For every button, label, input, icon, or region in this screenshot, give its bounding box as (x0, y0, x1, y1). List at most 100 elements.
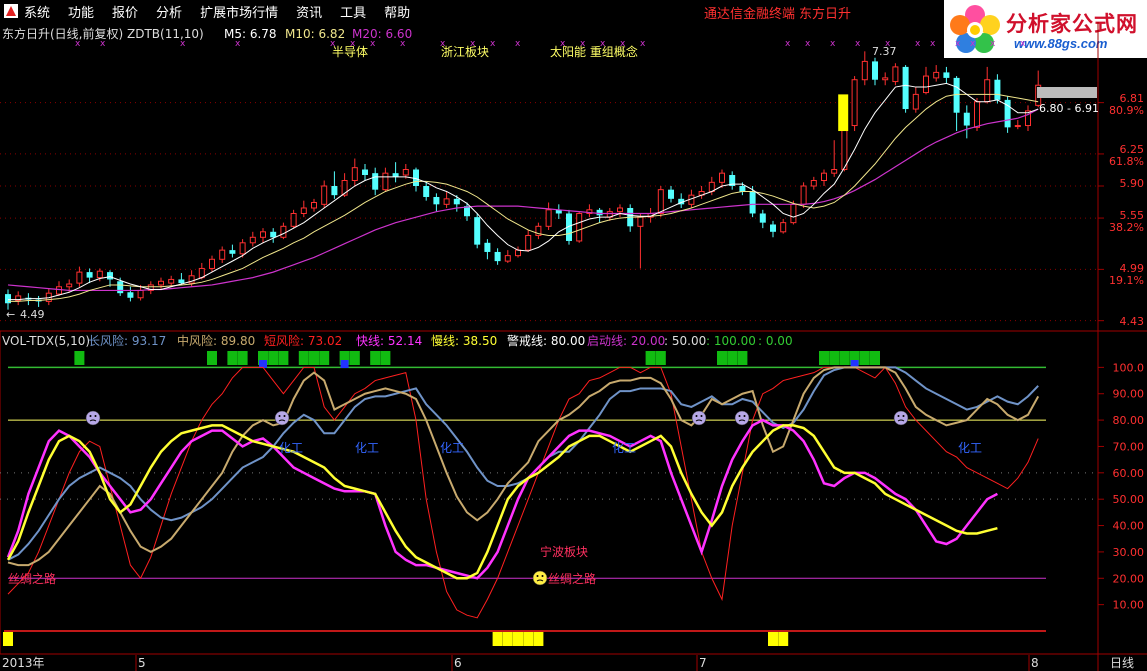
sad-face-icon (734, 410, 750, 426)
candle-body (392, 173, 399, 177)
candle-body (290, 212, 297, 227)
indicator-y-label: 60.00 (1113, 467, 1145, 480)
candle-body (137, 289, 144, 299)
low-marker: 4.49 (20, 308, 45, 321)
signal-marker: x (970, 39, 976, 49)
chart-area[interactable]: xxxxxxxxxxxxxxxxxxxxxxxxxxxx 东方日升(日线,前复权… (0, 0, 1147, 671)
green-signal-block (737, 351, 748, 365)
candle-body (668, 189, 674, 199)
candle-body (158, 280, 164, 286)
fast-line (6, 418, 998, 580)
yellow-signal-block (778, 632, 789, 646)
sad-face-icon-eye (278, 415, 281, 417)
green-signal-block (819, 351, 829, 365)
candle-body (239, 242, 246, 255)
warning-line-readout: 警戒线: 80.00 (507, 333, 585, 348)
indicator-name: VOL-TDX(5,10) (2, 334, 90, 348)
candle-body (525, 234, 532, 251)
pct-label: 38.2% (1109, 221, 1144, 234)
smile-face-icon (532, 570, 548, 586)
annot-solar: 太阳能 重组概念 (550, 44, 638, 59)
candle-body (229, 250, 236, 254)
green-signal-block (370, 351, 381, 365)
candle-body (423, 186, 430, 197)
signal-marker: x (640, 39, 646, 49)
slow-line-readout: 慢线: 38.50 (431, 334, 497, 348)
candle-body (576, 212, 583, 242)
green-signal-block (380, 351, 391, 365)
ma20-line (7, 108, 1039, 292)
green-signal-block (319, 351, 330, 365)
candle-body (800, 185, 807, 205)
candle-body (362, 169, 368, 176)
sad-face-icon (85, 410, 101, 426)
annot-chem: 化工 (958, 441, 982, 455)
pct-label: 61.8% (1109, 155, 1144, 168)
ma10-line (8, 93, 1039, 302)
indicator-y-label: 10.00 (1113, 599, 1145, 612)
indicator-y-label: 40.00 (1113, 520, 1145, 533)
candle-body (484, 242, 491, 252)
candle-body (321, 185, 328, 205)
candle-body (637, 216, 644, 227)
smile-face-icon-eye (536, 575, 539, 577)
green-signal-block (859, 351, 870, 365)
sad-face-icon (274, 410, 290, 426)
green-signal-block (74, 351, 85, 365)
mid-risk-line (7, 366, 1040, 567)
breakout-highlight (838, 94, 849, 132)
yellow-signal-block (3, 632, 13, 646)
candle-body (841, 125, 848, 171)
yellow-signal-block (533, 632, 544, 646)
candle-body (994, 79, 1001, 100)
candle-body (515, 249, 521, 257)
main-chart-title: 东方日升(日线,前复权) ZDTB(11,10) (2, 26, 204, 41)
yellow-signal-block (492, 632, 503, 646)
candle-body (719, 172, 725, 183)
signal-marker: x (930, 39, 936, 49)
signal-marker: x (855, 39, 861, 49)
extra-a-readout: : 50.00 (664, 334, 706, 348)
candle-body (1014, 125, 1021, 128)
candle-body (249, 236, 256, 244)
candle-body (168, 278, 175, 284)
indicator-y-label: 80.00 (1113, 414, 1145, 427)
slow-line (6, 424, 998, 580)
annot-zhejiang: 浙江板块 (441, 45, 489, 59)
candle-body (892, 66, 899, 83)
green-signal-block (645, 351, 656, 365)
pct-label: 80.9% (1109, 104, 1144, 117)
signal-marker: x (515, 39, 521, 49)
candle-body (453, 198, 460, 205)
green-signal-block (237, 351, 248, 365)
period-label[interactable]: 日线 (1110, 656, 1134, 670)
yellow-signal-block (768, 632, 778, 646)
annot-silk-road-left: 丝绸之路 (8, 571, 56, 586)
signal-marker: x (915, 39, 921, 49)
ma10-readout: M10: 6.82 (285, 27, 345, 41)
candle-body (127, 292, 134, 298)
candle-body (749, 191, 756, 214)
candle-body (270, 231, 277, 238)
yellow-signal-block (502, 632, 513, 646)
green-signal-block (839, 351, 850, 365)
candle-body (953, 77, 960, 113)
candle-body (260, 231, 266, 238)
candle-body (617, 207, 623, 213)
annot-chem: 化工 (612, 441, 636, 455)
candle-body (474, 217, 481, 245)
candle-body (831, 169, 838, 174)
blue-signal-marker (340, 360, 349, 368)
candle-body (739, 186, 746, 192)
price-label: 4.43 (1120, 315, 1145, 328)
sad-face-icon-eye (283, 415, 286, 417)
green-signal-block (655, 351, 666, 365)
indicator-y-label: 50.00 (1113, 493, 1145, 506)
candle-body (280, 225, 287, 238)
candle-body (780, 222, 787, 233)
green-signal-block (717, 351, 727, 365)
candle-body (402, 169, 409, 176)
candle-body (759, 213, 766, 223)
annot-chem: 化工 (279, 441, 303, 455)
indicator-y-label: 90.00 (1113, 388, 1145, 401)
